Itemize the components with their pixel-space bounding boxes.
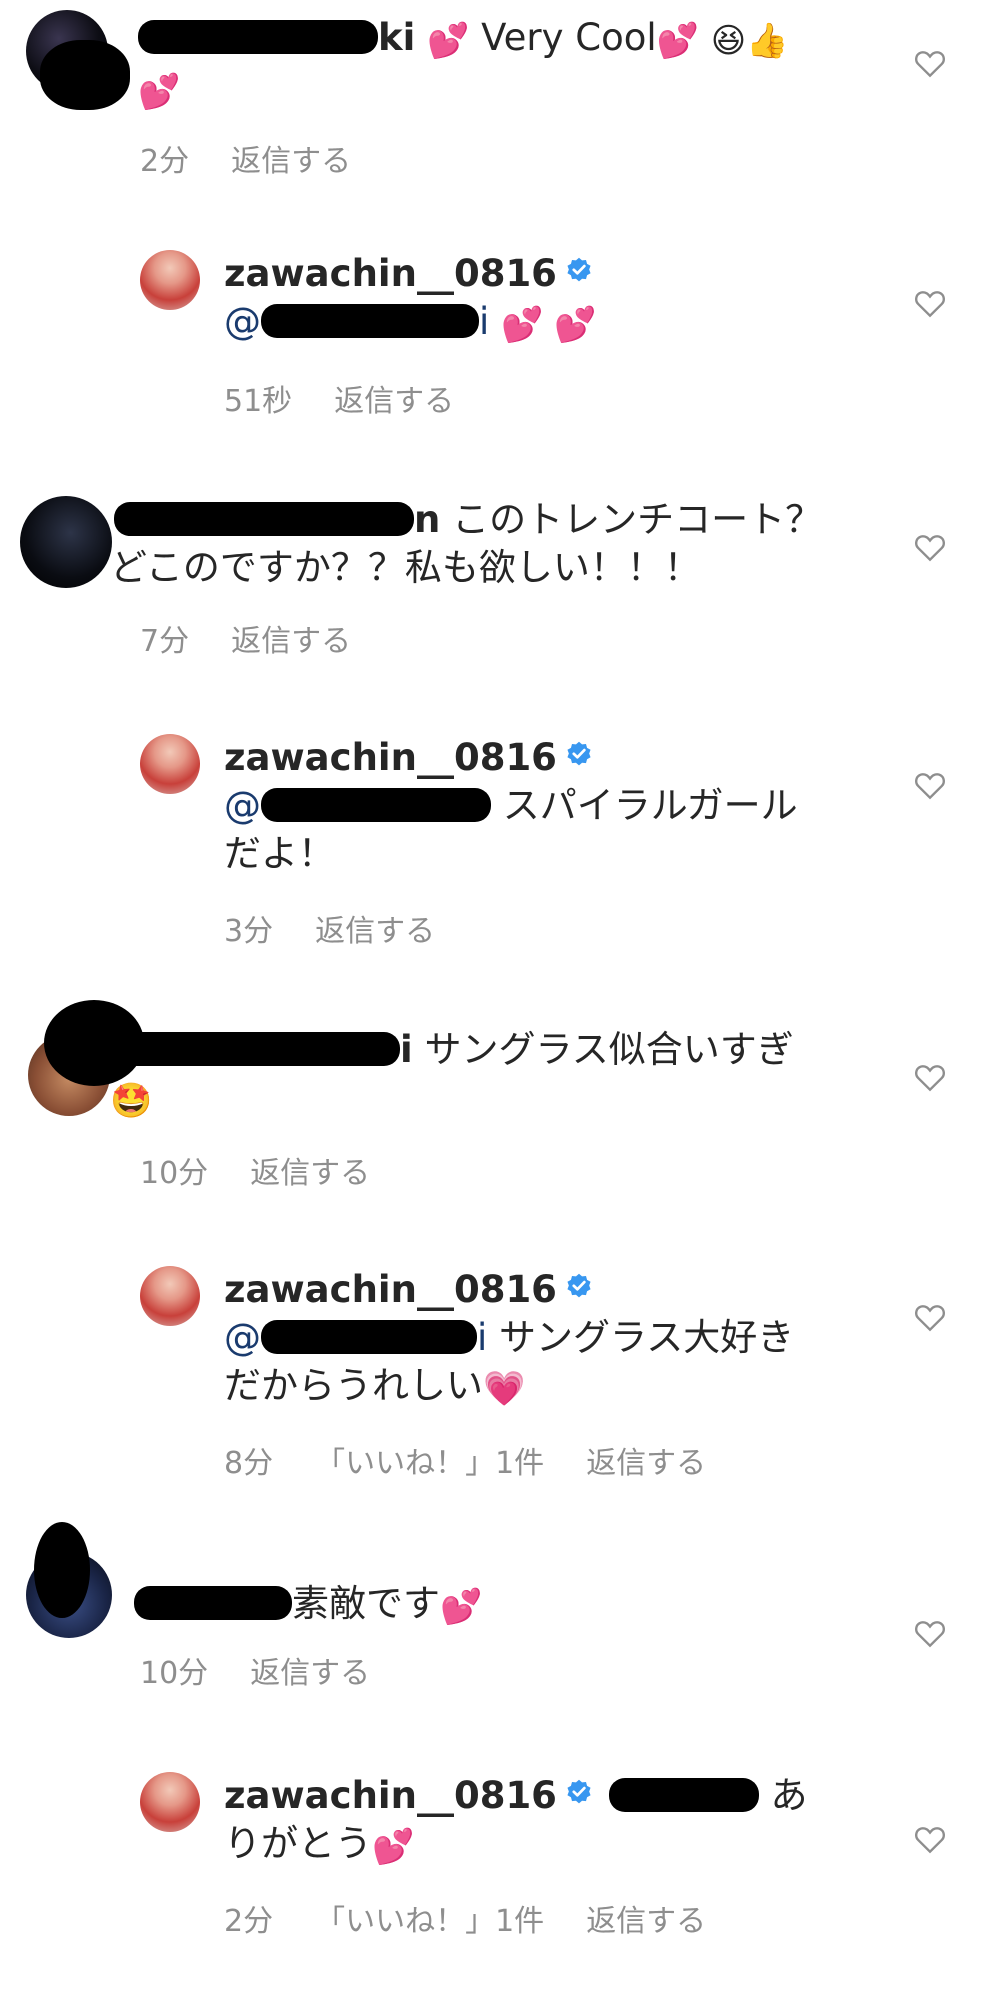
grinning-face-emoji: 😆 — [710, 21, 747, 61]
comment-meta: 10分 返信する — [140, 1148, 412, 1192]
reply-button[interactable]: 返信する — [586, 1446, 706, 1481]
comment-text: i サングラス似合いすぎ 🤩 — [110, 1026, 870, 1125]
comment-time[interactable]: 7分 — [140, 624, 189, 659]
comment-username[interactable]: ki — [378, 16, 415, 59]
mention-link[interactable]: @ — [224, 784, 491, 827]
heart-outline-icon[interactable] — [914, 1302, 946, 1332]
avatar[interactable] — [140, 734, 200, 794]
thumbs-up-emoji: 👍 — [746, 21, 789, 61]
heart-outline-icon[interactable] — [914, 770, 946, 800]
reply-username[interactable]: zawachin__0816 — [224, 736, 557, 779]
reply-text: zawachin__0816 @ i サングラス大好き だからうれしい💗 — [224, 1266, 884, 1413]
reply-body-line: あ — [770, 1774, 808, 1817]
heart-outline-icon[interactable] — [914, 1824, 946, 1854]
comment-meta: 7分 返信する — [140, 616, 393, 660]
verified-badge-icon — [567, 257, 591, 282]
reply-button[interactable]: 返信する — [315, 914, 435, 949]
comment-time[interactable]: 10分 — [140, 1156, 208, 1191]
comment-body-line: このトレンチコート？ — [452, 498, 823, 541]
comment-meta: 2分 返信する — [140, 136, 393, 180]
reply-button[interactable]: 返信する — [250, 1656, 370, 1691]
reply-meta: 8分 「いいね！」1件 返信する — [224, 1438, 748, 1482]
growing-heart-emoji: 💗 — [483, 1369, 526, 1409]
comment-body: Very Cool — [481, 16, 657, 59]
reply-body-line: スパイラルガール — [502, 784, 798, 827]
reply-time[interactable]: 2分 — [224, 1904, 273, 1939]
verified-badge-icon — [567, 1273, 591, 1298]
reply-button[interactable]: 返信する — [231, 144, 351, 179]
reply-meta: 51秒 返信する — [224, 376, 496, 420]
reply-text: zawachin__0816 あ りがとう💕 — [224, 1772, 884, 1871]
redaction — [34, 1522, 90, 1618]
reply-button[interactable]: 返信する — [231, 624, 351, 659]
reply-button[interactable]: 返信する — [586, 1904, 706, 1939]
reply-username[interactable]: zawachin__0816 — [224, 1774, 557, 1817]
reply-time[interactable]: 51秒 — [224, 384, 292, 419]
avatar[interactable] — [140, 1266, 200, 1326]
reply-body-line: だよ！ — [224, 832, 335, 875]
comment-text: 素敵です💕 — [110, 1580, 870, 1631]
heart-outline-icon[interactable] — [914, 48, 946, 78]
comment-body: 素敵です — [292, 1582, 440, 1625]
reply-body-line: りがとう — [224, 1822, 372, 1865]
star-struck-emoji: 🤩 — [110, 1081, 153, 1121]
reply-text: zawachin__0816 @ i 💕 💕 — [224, 250, 884, 349]
hearts-emoji: 💕 — [427, 21, 470, 61]
reply-button[interactable]: 返信する — [334, 384, 454, 419]
avatar[interactable] — [140, 1772, 200, 1832]
comment-text: n このトレンチコート？ どこのですか？？私も欲しい！！！ — [110, 496, 870, 592]
mention-link[interactable] — [608, 1778, 759, 1812]
reply-meta: 3分 返信する — [224, 906, 477, 950]
avatar[interactable] — [140, 250, 200, 310]
hearts-emoji: 💕 💕 — [501, 305, 597, 345]
mention-link[interactable]: @ i — [224, 1316, 487, 1359]
comment-meta: 10分 返信する — [140, 1648, 412, 1692]
hearts-emoji: 💕 — [656, 21, 699, 61]
reply-body-line: だからうれしい — [224, 1364, 483, 1407]
comment-text: ki 💕 Very Cool💕 😆👍 💕 — [138, 14, 858, 116]
reply-button[interactable]: 返信する — [250, 1156, 370, 1191]
likes-count[interactable]: 「いいね！」1件 — [315, 1446, 544, 1481]
redaction — [40, 40, 130, 110]
reply-meta: 2分 「いいね！」1件 返信する — [224, 1896, 748, 1940]
hearts-emoji: 💕 — [440, 1587, 483, 1627]
comment-username[interactable]: n — [414, 498, 440, 541]
verified-badge-icon — [567, 1779, 591, 1804]
heart-outline-icon[interactable] — [914, 1618, 946, 1648]
avatar[interactable] — [20, 496, 112, 588]
reply-body-line: サングラス大好き — [499, 1316, 795, 1359]
comment-body-line: サングラス似合いすぎ — [424, 1028, 794, 1071]
likes-count[interactable]: 「いいね！」1件 — [315, 1904, 544, 1939]
reply-time[interactable]: 3分 — [224, 914, 273, 949]
comment-time[interactable]: 10分 — [140, 1656, 208, 1691]
hearts-emoji: 💕 — [372, 1827, 415, 1867]
heart-outline-icon[interactable] — [914, 532, 946, 562]
comment-time[interactable]: 2分 — [140, 144, 189, 179]
heart-outline-icon[interactable] — [914, 1062, 946, 1092]
reply-time[interactable]: 8分 — [224, 1446, 273, 1481]
mention-link[interactable]: @ i — [224, 300, 489, 343]
reply-text: zawachin__0816 @ スパイラルガール だよ！ — [224, 734, 884, 878]
verified-badge-icon — [567, 741, 591, 766]
comment-username[interactable]: i — [400, 1028, 413, 1071]
comment-body-line: どこのですか？？私も欲しい！！！ — [110, 546, 701, 589]
hearts-emoji: 💕 — [138, 72, 181, 112]
heart-outline-icon[interactable] — [914, 288, 946, 318]
reply-username[interactable]: zawachin__0816 — [224, 252, 557, 295]
reply-username[interactable]: zawachin__0816 — [224, 1268, 557, 1311]
